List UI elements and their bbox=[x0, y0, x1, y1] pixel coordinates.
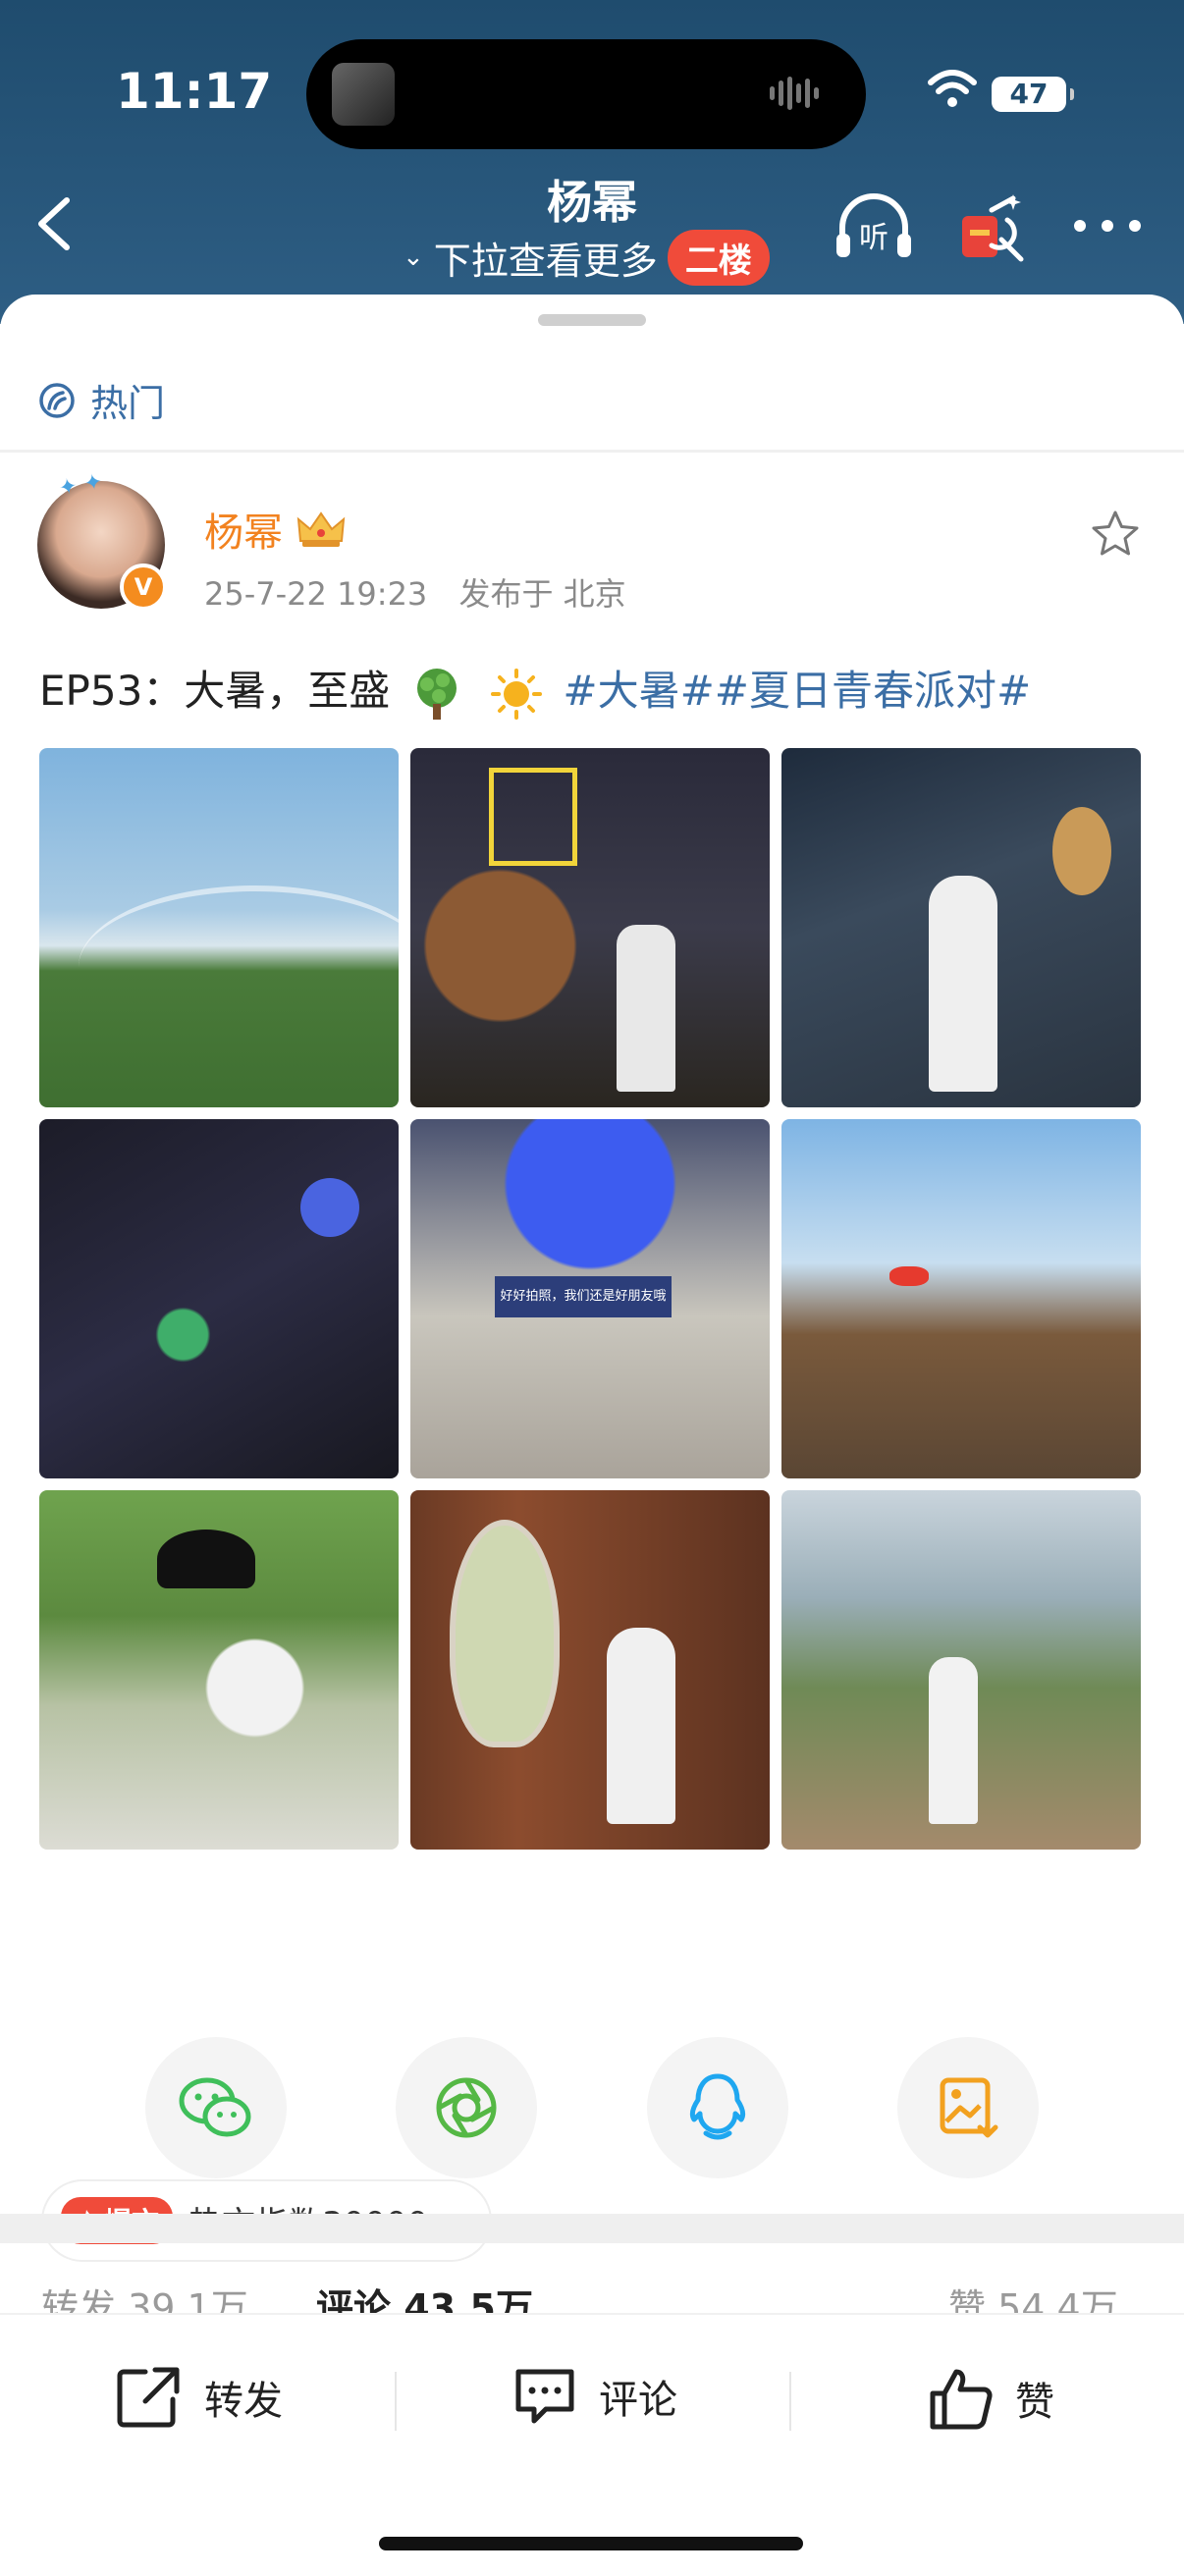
photo-5[interactable]: 好好拍照，我们还是好朋友哦 bbox=[410, 1119, 770, 1478]
tree-emoji-icon bbox=[416, 668, 457, 720]
post-date: 25-7-22 19:23 bbox=[204, 575, 428, 613]
author-name-row[interactable]: 杨幂 bbox=[204, 501, 348, 558]
photo-8[interactable] bbox=[410, 1490, 770, 1850]
post-meta: 25-7-22 19:23 发布于 北京 bbox=[204, 569, 648, 615]
share-qq-button[interactable] bbox=[646, 2037, 788, 2178]
repost-button[interactable]: 转发 bbox=[116, 2366, 283, 2429]
crown-icon bbox=[296, 511, 346, 547]
hot-tab-label: 热门 bbox=[90, 382, 166, 425]
post-text-prefix: EP53：大暑，至盛 bbox=[39, 667, 391, 715]
author-name[interactable]: 杨幂 bbox=[204, 501, 283, 558]
divider bbox=[0, 450, 1184, 453]
share-row bbox=[145, 2037, 1039, 2178]
pull-down-text: 下拉查看更多 bbox=[433, 239, 658, 283]
divider bbox=[395, 2372, 397, 2431]
battery-indicator: 47 bbox=[992, 77, 1074, 112]
tab-comment-count[interactable]: 评论 43.5万 bbox=[316, 2278, 533, 2317]
hot-topic-icon bbox=[39, 382, 75, 418]
share-moments-button[interactable] bbox=[396, 2037, 538, 2178]
status-time: 11:17 bbox=[116, 63, 273, 120]
photo-sign-text: 好好拍照，我们还是好朋友哦 bbox=[495, 1276, 672, 1317]
dynamic-island[interactable] bbox=[306, 39, 866, 149]
hot-tab[interactable]: 热门 bbox=[37, 373, 165, 427]
sheet-grabber[interactable] bbox=[538, 314, 646, 326]
divider bbox=[789, 2372, 791, 2431]
star-icon[interactable] bbox=[1090, 509, 1141, 560]
comment-label: 评论 bbox=[599, 2378, 677, 2423]
share-wechat-button[interactable] bbox=[145, 2037, 287, 2178]
second-floor-badge[interactable]: 二楼 bbox=[667, 229, 770, 286]
photo-1[interactable] bbox=[39, 748, 399, 1107]
tab-repost-count[interactable]: 转发 39.1万 bbox=[41, 2278, 248, 2317]
more-icon[interactable] bbox=[1070, 216, 1145, 236]
photo-4[interactable] bbox=[39, 1119, 399, 1478]
pull-down-hint[interactable]: ⌄ 下拉查看更多 二楼 bbox=[403, 229, 770, 286]
save-image-icon bbox=[940, 2077, 998, 2138]
now-playing-thumbnail bbox=[332, 63, 395, 126]
red-packet-icon[interactable] bbox=[956, 190, 1027, 265]
svg-text:听: 听 bbox=[859, 221, 888, 255]
qq-icon bbox=[689, 2073, 745, 2140]
moments-icon bbox=[436, 2077, 497, 2138]
chevron-down-icon: ⌄ bbox=[403, 242, 424, 272]
stats-tabs: 转发 39.1万 评论 43.5万 赞 54.4万 bbox=[0, 2278, 1184, 2317]
comment-icon bbox=[515, 2369, 574, 2424]
wifi-icon bbox=[928, 70, 977, 107]
tab-like-count[interactable]: 赞 54.4万 bbox=[948, 2278, 1118, 2317]
avatar-decoration: ✦ ✦ bbox=[57, 469, 105, 502]
photo-9[interactable] bbox=[781, 1490, 1141, 1850]
photo-grid: 好好拍照，我们还是好朋友哦 bbox=[39, 748, 1145, 1850]
like-button[interactable]: 赞 bbox=[929, 2366, 1054, 2431]
audio-wave-icon bbox=[770, 77, 833, 112]
photo-2[interactable] bbox=[410, 748, 770, 1107]
photo-7[interactable] bbox=[39, 1490, 399, 1850]
top-header: 11:17 47 杨幂 ⌄ 下拉查看更多 二楼 听 bbox=[0, 0, 1184, 324]
post-text: EP53：大暑，至盛 #大暑##夏日青春派对# bbox=[39, 658, 1031, 722]
like-icon bbox=[930, 2369, 993, 2430]
verified-badge-icon: V bbox=[120, 564, 167, 611]
sun-emoji-icon bbox=[491, 668, 543, 720]
photo-3[interactable] bbox=[781, 748, 1141, 1107]
repost-label: 转发 bbox=[204, 2379, 283, 2424]
home-indicator[interactable] bbox=[379, 2537, 803, 2550]
photo-6[interactable] bbox=[781, 1119, 1141, 1478]
bottom-action-bar: 转发 评论 赞 bbox=[0, 2313, 1184, 2576]
avatar[interactable]: ✦ ✦ V bbox=[37, 469, 167, 611]
like-label: 赞 bbox=[1015, 2380, 1054, 2425]
comment-button[interactable]: 评论 bbox=[512, 2366, 677, 2427]
section-divider bbox=[0, 2214, 1184, 2243]
headphones-listen-icon[interactable]: 听 bbox=[833, 190, 915, 265]
post-location: 发布于 北京 bbox=[458, 575, 626, 613]
save-image-button[interactable] bbox=[896, 2037, 1039, 2178]
repost-icon bbox=[117, 2367, 180, 2428]
post-topics[interactable]: #大暑##夏日青春派对# bbox=[563, 667, 1031, 715]
wechat-icon bbox=[179, 2077, 251, 2137]
